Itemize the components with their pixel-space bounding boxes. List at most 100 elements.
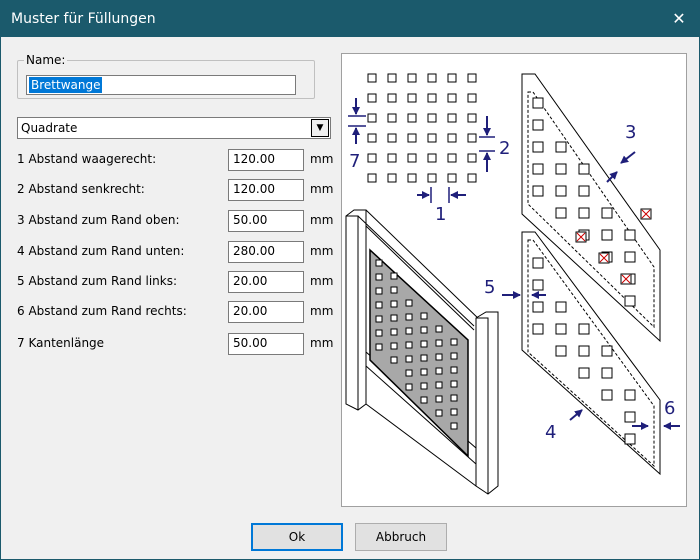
pattern-square bbox=[435, 409, 443, 417]
field-row-margin-right: 6 Abstand zum Rand rechts: 20.00 mm bbox=[17, 301, 337, 323]
pattern-square bbox=[405, 327, 413, 335]
margin-top-input[interactable]: 50.00 bbox=[228, 210, 304, 232]
pattern-square bbox=[532, 323, 544, 335]
pattern-square bbox=[407, 153, 417, 163]
pattern-square bbox=[407, 133, 417, 143]
field-row-margin-left: 5 Abstand zum Rand links: 20.00 mm bbox=[17, 271, 337, 293]
name-input[interactable]: Brettwange bbox=[26, 75, 296, 95]
pattern-square bbox=[405, 383, 413, 391]
pattern-square bbox=[467, 113, 477, 123]
dimension-label-1: 1 bbox=[435, 204, 446, 225]
pattern-square bbox=[447, 133, 457, 143]
pattern-square bbox=[375, 273, 383, 281]
horizontal-spacing-input[interactable]: 120.00 bbox=[228, 149, 304, 171]
pattern-square bbox=[435, 325, 443, 333]
dimension-label-2: 2 bbox=[499, 138, 510, 159]
close-icon[interactable]: ✕ bbox=[659, 1, 699, 37]
pattern-square bbox=[447, 73, 457, 83]
pattern-square bbox=[407, 113, 417, 123]
pattern-square bbox=[450, 408, 458, 416]
field-row-edge-length: 7 Kantenlänge 50.00 mm bbox=[17, 333, 337, 355]
dialog-window: Muster für Füllungen ✕ Name: Brettwange … bbox=[0, 0, 700, 560]
pattern-select[interactable]: Quadrate ▼ bbox=[17, 117, 331, 139]
margin-right-input[interactable]: 20.00 bbox=[228, 301, 304, 323]
pattern-square bbox=[367, 93, 377, 103]
margin-bottom-label: 4 Abstand zum Rand unten: bbox=[17, 244, 185, 258]
pattern-square bbox=[532, 163, 544, 175]
pattern-square bbox=[532, 185, 544, 197]
edge-length-input[interactable]: 50.00 bbox=[228, 333, 304, 355]
margin-left-label: 5 Abstand zum Rand links: bbox=[17, 274, 178, 288]
pattern-square bbox=[427, 133, 437, 143]
pattern-square bbox=[367, 173, 377, 183]
pattern-square bbox=[601, 345, 613, 357]
pattern-square bbox=[555, 207, 567, 219]
pattern-square bbox=[420, 368, 428, 376]
pattern-square bbox=[601, 389, 613, 401]
pattern-square bbox=[405, 313, 413, 321]
pattern-square bbox=[427, 153, 437, 163]
pattern-square bbox=[450, 338, 458, 346]
pattern-square bbox=[407, 173, 417, 183]
pattern-square bbox=[420, 312, 428, 320]
pattern-square bbox=[435, 339, 443, 347]
pattern-square bbox=[532, 119, 544, 131]
dimension-label-6: 6 bbox=[664, 398, 675, 419]
pattern-square bbox=[375, 343, 383, 351]
unit-label: mm bbox=[310, 213, 334, 227]
field-row-vertical-spacing: 2 Abstand senkrecht: 120.00 mm bbox=[17, 179, 337, 201]
pattern-square bbox=[390, 272, 398, 280]
pattern-square bbox=[435, 367, 443, 375]
pattern-square bbox=[578, 367, 590, 379]
pattern-select-value: Quadrate bbox=[21, 121, 78, 135]
pattern-square bbox=[624, 411, 636, 423]
pattern-square bbox=[467, 93, 477, 103]
pattern-square bbox=[387, 153, 397, 163]
dimension-label-7: 7 bbox=[349, 151, 360, 172]
margin-left-input[interactable]: 20.00 bbox=[228, 271, 304, 293]
pattern-square bbox=[420, 354, 428, 362]
pattern-square bbox=[387, 133, 397, 143]
pattern-square bbox=[624, 251, 636, 263]
ok-button[interactable]: Ok bbox=[251, 523, 343, 551]
pattern-square bbox=[467, 173, 477, 183]
pattern-square bbox=[435, 353, 443, 361]
pattern-square bbox=[435, 395, 443, 403]
pattern-square bbox=[450, 366, 458, 374]
pattern-square bbox=[555, 301, 567, 313]
chevron-down-icon[interactable]: ▼ bbox=[311, 119, 329, 137]
pattern-square bbox=[467, 133, 477, 143]
dimension-label-4: 4 bbox=[545, 422, 556, 443]
pattern-square bbox=[427, 173, 437, 183]
pattern-square bbox=[420, 340, 428, 348]
pattern-square bbox=[578, 207, 590, 219]
pattern-square bbox=[624, 433, 636, 445]
horizontal-spacing-label: 1 Abstand waagerecht: bbox=[17, 152, 157, 166]
cancel-button[interactable]: Abbruch bbox=[355, 523, 447, 551]
pattern-square bbox=[427, 113, 437, 123]
pattern-square bbox=[447, 173, 457, 183]
pattern-square bbox=[532, 97, 544, 109]
pattern-square bbox=[532, 257, 544, 269]
pattern-square bbox=[367, 73, 377, 83]
title-bar: Muster für Füllungen ✕ bbox=[1, 1, 699, 37]
pattern-square bbox=[375, 329, 383, 337]
pattern-square bbox=[601, 207, 613, 219]
pattern-square bbox=[420, 326, 428, 334]
margin-bottom-input[interactable]: 280.00 bbox=[228, 241, 304, 263]
pattern-square bbox=[375, 287, 383, 295]
pattern-square bbox=[427, 73, 437, 83]
vertical-spacing-label: 2 Abstand senkrecht: bbox=[17, 182, 145, 196]
pattern-square bbox=[407, 73, 417, 83]
pattern-square bbox=[375, 315, 383, 323]
pattern-square bbox=[447, 153, 457, 163]
name-group: Name: Brettwange bbox=[17, 53, 315, 99]
pattern-square bbox=[601, 229, 613, 241]
pattern-illustration: 1 2 7 3 5 4 6 bbox=[341, 53, 687, 507]
pattern-square bbox=[390, 314, 398, 322]
pattern-square bbox=[624, 295, 636, 307]
pattern-square bbox=[532, 141, 544, 153]
vertical-spacing-input[interactable]: 120.00 bbox=[228, 179, 304, 201]
pattern-square bbox=[405, 355, 413, 363]
pattern-square bbox=[601, 367, 613, 379]
